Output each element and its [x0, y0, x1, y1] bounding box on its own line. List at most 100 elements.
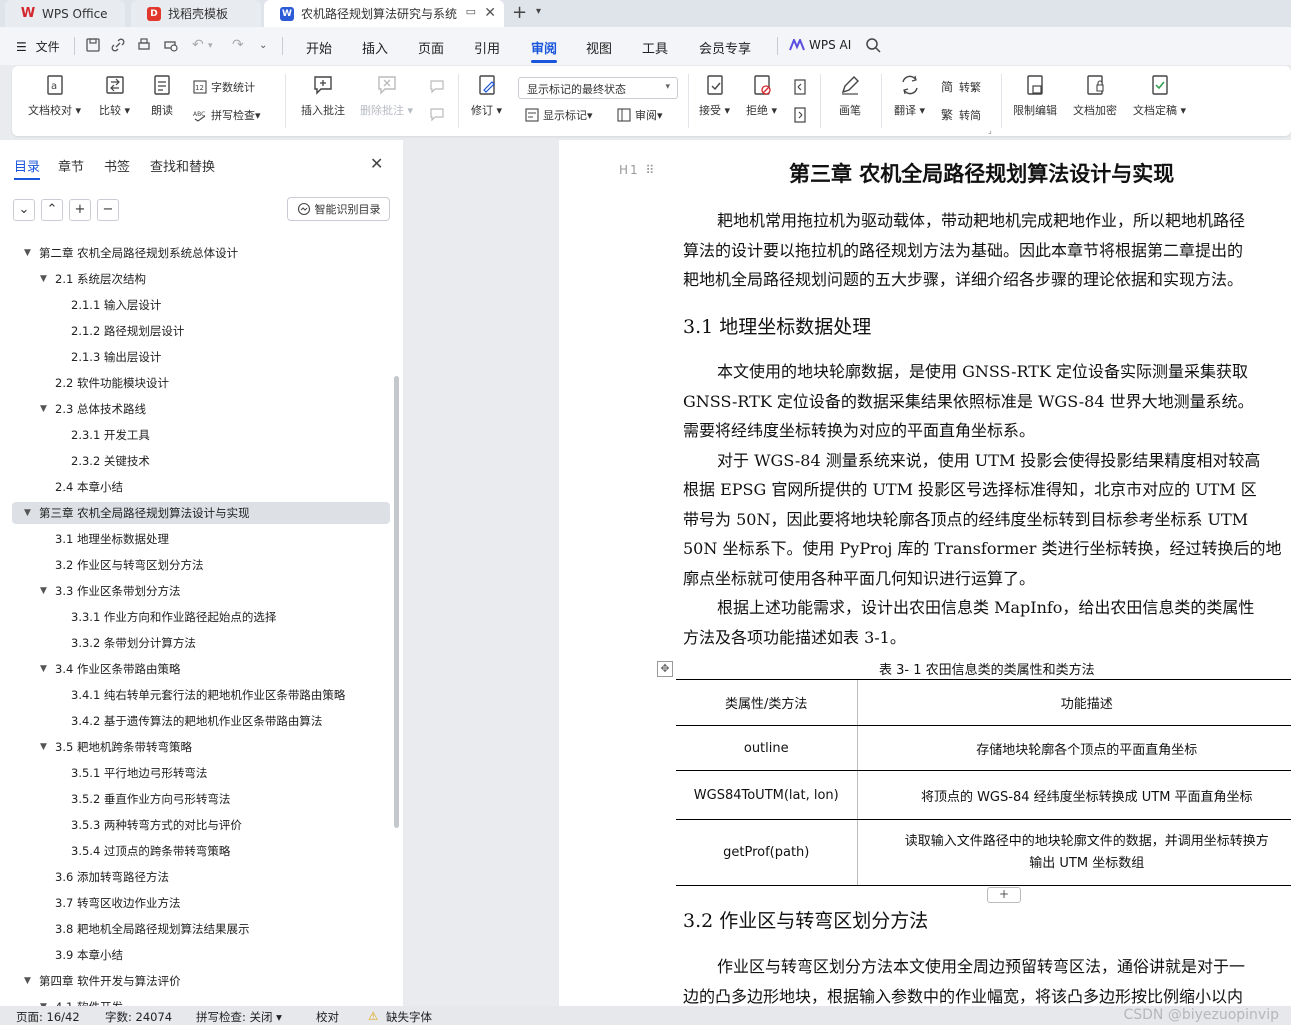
toc-item[interactable]: 3.6 添加转弯路径方法: [55, 866, 169, 888]
expand-arrow-icon[interactable]: ▼: [24, 502, 31, 524]
tab-chapters[interactable]: 章节: [58, 156, 84, 175]
spell-check-status[interactable]: 拼写检查: 关闭 ▾: [196, 1009, 282, 1025]
toc-item[interactable]: 2.1.3 输出层设计: [71, 346, 161, 368]
to-simplified-button[interactable]: 繁 转简: [941, 107, 981, 123]
accept-button[interactable]: 接受 ▾: [699, 74, 730, 118]
doc-check-button[interactable]: a 文档校对 ▾: [28, 74, 81, 118]
tab-wps-office[interactable]: W WPS Office: [5, 0, 125, 27]
link-icon[interactable]: [110, 37, 126, 53]
next-revision-icon[interactable]: [792, 107, 808, 123]
tab-tools[interactable]: 工具: [642, 38, 668, 57]
toc-item[interactable]: 3.7 转弯区收边作业方法: [55, 892, 180, 914]
chevron-down-icon[interactable]: ⌄: [259, 40, 267, 51]
print-preview-icon[interactable]: [163, 37, 179, 53]
reject-button[interactable]: 拒绝 ▾: [746, 74, 777, 118]
scrollbar[interactable]: [394, 376, 399, 828]
show-markup-button[interactable]: 显示标记 ▾: [525, 107, 593, 123]
wps-ai-button[interactable]: WPS AI: [789, 38, 851, 52]
markup-state-select[interactable]: 显示标记的最终状态 ▾: [518, 77, 678, 99]
save-icon[interactable]: [85, 37, 101, 53]
missing-font-status[interactable]: 缺失字体: [386, 1009, 432, 1025]
smart-toc-button[interactable]: 智能识别目录: [287, 197, 390, 221]
expand-arrow-icon[interactable]: ▼: [40, 268, 47, 290]
toc-item[interactable]: 2.1.2 路径规划层设计: [71, 320, 184, 342]
toc-item[interactable]: 2.4 本章小结: [55, 476, 123, 498]
close-icon[interactable]: ✕: [484, 5, 496, 21]
redo-icon[interactable]: ↷: [232, 37, 244, 53]
tab-page[interactable]: 页面: [418, 38, 444, 57]
insert-comment-button[interactable]: 插入批注: [301, 74, 345, 118]
translate-button[interactable]: 翻译 ▾: [894, 74, 925, 118]
group-expand-icon[interactable]: ⌟: [988, 126, 992, 135]
tab-insert[interactable]: 插入: [362, 38, 388, 57]
add-row-button[interactable]: +: [987, 887, 1021, 903]
expand-arrow-icon[interactable]: ▼: [40, 658, 47, 680]
toc-item[interactable]: 3.5.2 垂直作业方向弓形转弯法: [71, 788, 230, 810]
toc-item[interactable]: ▼ 2.3 总体技术路线: [40, 398, 146, 420]
print-icon[interactable]: [136, 37, 152, 53]
prev-comment-icon[interactable]: [429, 79, 445, 95]
chevron-down-icon[interactable]: ▾: [208, 41, 213, 51]
tab-bookmarks[interactable]: 书签: [104, 156, 130, 175]
expand-arrow-icon[interactable]: ▼: [40, 580, 47, 602]
toc-item[interactable]: 3.8 耙地机全局路径规划算法结果展示: [55, 918, 249, 940]
revise-button[interactable]: 修订 ▾: [471, 74, 502, 118]
to-traditional-button[interactable]: 简 转繁: [941, 79, 981, 95]
toc-item[interactable]: 3.3.1 作业方向和作业路径起始点的选择: [71, 606, 276, 628]
search-icon[interactable]: [865, 37, 881, 53]
toc-item[interactable]: 3.5.3 两种转弯方式的对比与评价: [71, 814, 242, 836]
collapse-icon[interactable]: ⌃: [41, 199, 63, 221]
toc-item[interactable]: 2.1.1 输入层设计: [71, 294, 161, 316]
page-indicator[interactable]: 页面: 16/42: [16, 1009, 80, 1025]
tab-start[interactable]: 开始: [306, 38, 332, 57]
new-tab-icon[interactable]: +: [512, 2, 527, 23]
tab-template[interactable]: D 找稻壳模板: [131, 0, 261, 27]
toc-item[interactable]: 2.2 软件功能模块设计: [55, 372, 169, 394]
toc-item[interactable]: ▼ 3.4 作业区条带路由策略: [40, 658, 180, 680]
prev-revision-icon[interactable]: [792, 79, 808, 95]
toc-item[interactable]: 3.5.4 过顶点的跨条带转弯策略: [71, 840, 230, 862]
toc-item[interactable]: 3.3.2 条带划分计算方法: [71, 632, 196, 654]
restrict-edit-button[interactable]: 限制编辑: [1013, 74, 1057, 118]
toc-item[interactable]: ▼ 2.1 系统层次结构: [40, 268, 146, 290]
word-count-button[interactable]: 12 字数统计: [193, 79, 255, 95]
toc-item[interactable]: 3.9 本章小结: [55, 944, 123, 966]
toc-item[interactable]: 3.4.2 基于遗传算法的耙地机作业区条带路由算法: [71, 710, 322, 732]
spell-check-button[interactable]: ABC 拼写检查 ▾: [193, 107, 261, 123]
chevron-down-icon[interactable]: ▾: [536, 6, 541, 17]
proof-status[interactable]: 校对: [316, 1009, 339, 1025]
tab-document[interactable]: W 农机路径规划算法研究与系统 ▭ ✕: [264, 0, 504, 27]
tab-review[interactable]: 审阅: [531, 38, 557, 57]
encrypt-button[interactable]: 文档加密: [1073, 74, 1117, 118]
compare-button[interactable]: 比较 ▾: [99, 74, 130, 118]
finalize-button[interactable]: 文档定稿 ▾: [1133, 74, 1186, 118]
delete-comment-button[interactable]: 删除批注 ▾: [360, 74, 413, 118]
heading-handle-icon[interactable]: H1 ⠿: [619, 163, 656, 177]
toc-item[interactable]: 2.3.2 关键技术: [71, 450, 150, 472]
toc-item[interactable]: ▼ 第二章 农机全局路径规划系统总体设计: [24, 242, 238, 264]
toc-item[interactable]: 3.4.1 纯右转单元套行法的耙地机作业区条带路由策略: [71, 684, 345, 706]
file-menu[interactable]: ☰ 文件: [16, 38, 60, 55]
toc-item[interactable]: ▼ 3.3 作业区条带划分方法: [40, 580, 180, 602]
undo-icon[interactable]: ↶: [192, 37, 204, 53]
expand-icon[interactable]: ⌄: [13, 199, 35, 221]
toc-item[interactable]: ▼ 3.5 耙地机跨条带转弯策略: [40, 736, 192, 758]
tab-toc[interactable]: 目录: [14, 156, 40, 175]
toc-item[interactable]: ▼ 第三章 农机全局路径规划算法设计与实现: [24, 502, 250, 524]
toc-item[interactable]: 2.3.1 开发工具: [71, 424, 150, 446]
toc-item[interactable]: 3.1 地理坐标数据处理: [55, 528, 169, 550]
next-comment-icon[interactable]: [429, 107, 445, 123]
tab-member[interactable]: 会员专享: [699, 38, 751, 57]
monitor-icon[interactable]: ▭: [466, 5, 476, 18]
close-icon[interactable]: ✕: [370, 154, 383, 173]
table-move-icon[interactable]: ✥: [657, 661, 673, 677]
pen-button[interactable]: 画笔: [839, 74, 861, 118]
toc-item[interactable]: ▼ 第四章 软件开发与算法评价: [24, 970, 181, 992]
expand-arrow-icon[interactable]: ▼: [40, 736, 47, 758]
expand-arrow-icon[interactable]: ▼: [24, 970, 31, 992]
word-count-status[interactable]: 字数: 24074: [105, 1009, 172, 1025]
tab-find-replace[interactable]: 查找和替换: [150, 156, 215, 175]
remove-icon[interactable]: −: [97, 199, 119, 221]
review-pane-button[interactable]: 审阅 ▾: [617, 107, 663, 123]
expand-arrow-icon[interactable]: ▼: [40, 398, 47, 420]
